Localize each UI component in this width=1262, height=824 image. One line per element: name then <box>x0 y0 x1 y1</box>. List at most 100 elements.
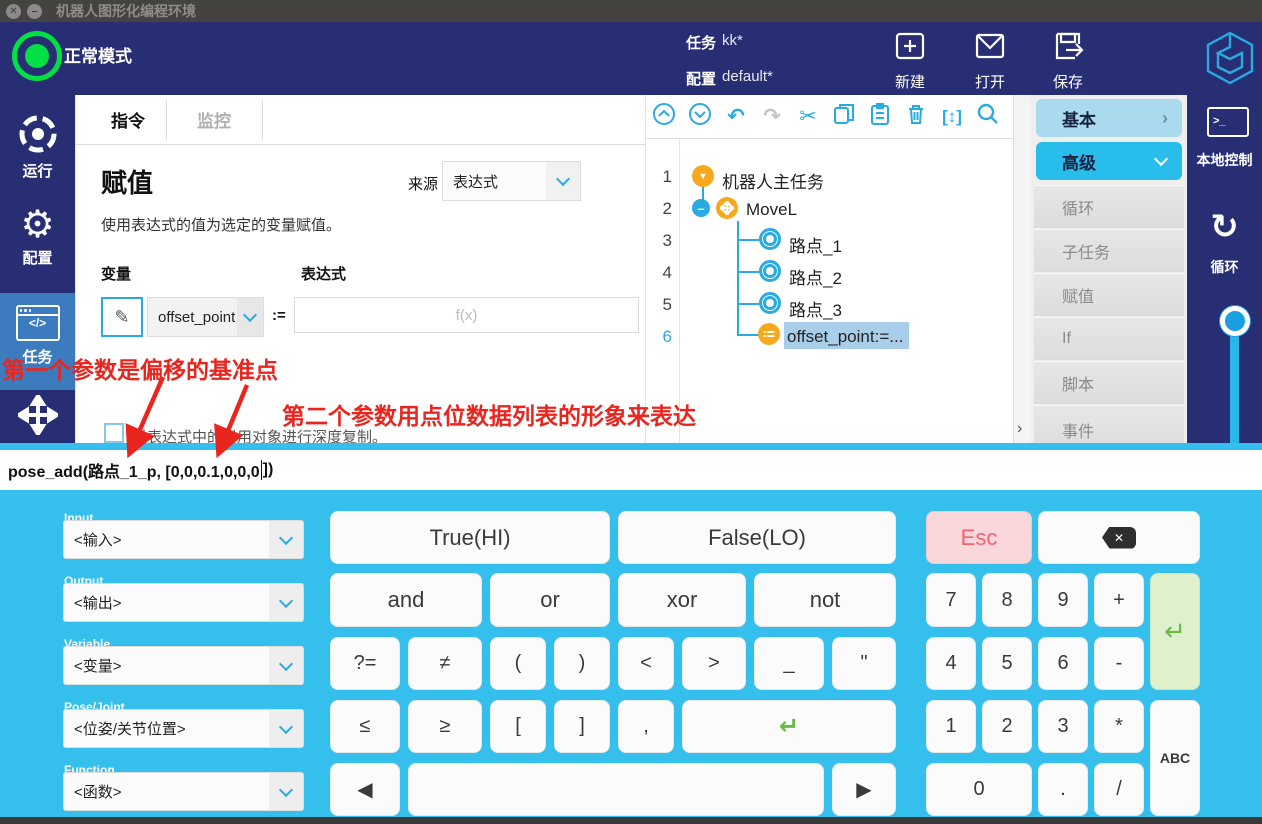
tree-node-label[interactable]: 路点_2 <box>789 264 842 289</box>
new-button[interactable]: 新建 <box>875 28 945 92</box>
minimize-icon[interactable]: – <box>27 4 42 19</box>
loop-label[interactable]: 循环 <box>1187 257 1262 277</box>
search-icon[interactable] <box>970 102 1006 132</box>
key-false[interactable]: False(LO) <box>618 511 896 564</box>
collapse-chevron-icon[interactable]: › <box>1017 420 1022 438</box>
library-item-subtask[interactable]: 子任务 <box>1034 229 1184 272</box>
move-up-icon[interactable] <box>646 102 682 132</box>
library-group-advanced[interactable]: 高级 <box>1036 142 1182 180</box>
key-assign-q[interactable]: ?= <box>330 637 400 690</box>
undo-icon[interactable]: ↶ <box>718 104 754 129</box>
key-8[interactable]: 8 <box>982 573 1032 627</box>
key-lt[interactable]: < <box>618 637 674 690</box>
open-button[interactable]: 打开 <box>955 28 1025 92</box>
sidebar-item-move[interactable] <box>0 391 75 451</box>
library-item-assign[interactable]: 赋值 <box>1034 273 1184 316</box>
key-3[interactable]: 3 <box>1038 700 1088 753</box>
replace-icon[interactable]: [↕] <box>934 107 970 127</box>
key-cursor-right[interactable]: ▶ <box>832 763 896 816</box>
key-le[interactable]: ≤ <box>330 700 400 753</box>
tab-monitor[interactable]: 监控 <box>166 95 262 144</box>
key-or[interactable]: or <box>490 573 610 627</box>
pose-joint-dropdown[interactable]: <位姿/关节位置> <box>63 709 304 748</box>
key-2[interactable]: 2 <box>982 700 1032 753</box>
key-xor[interactable]: xor <box>618 573 746 627</box>
move-down-icon[interactable] <box>682 102 718 132</box>
key-abc[interactable]: ABC <box>1150 700 1200 816</box>
key-6[interactable]: 6 <box>1038 637 1088 690</box>
save-button[interactable]: 保存 <box>1033 28 1103 92</box>
key-enter[interactable]: ↵ <box>682 700 896 753</box>
delete-icon[interactable] <box>898 102 934 132</box>
key-ge[interactable]: ≥ <box>408 700 482 753</box>
key-lparen[interactable]: ( <box>490 637 546 690</box>
tree-node-label-selected[interactable]: offset_point:=... <box>787 327 903 347</box>
tree-node-label[interactable]: 路点_1 <box>789 232 842 257</box>
deep-copy-checkbox[interactable] <box>104 423 124 443</box>
edit-variable-button[interactable]: ✎ <box>101 297 143 337</box>
key-0[interactable]: 0 <box>926 763 1032 816</box>
output-dropdown[interactable]: <输出> <box>63 583 304 622</box>
library-group-basic[interactable]: 基本 › <box>1036 99 1182 137</box>
local-control-label[interactable]: 本地控制 <box>1187 150 1262 170</box>
window-titlebar: ✕ – 机器人图形化编程环境 <box>0 0 1262 22</box>
waypoint-icon[interactable] <box>759 228 781 250</box>
key-space[interactable] <box>408 763 824 816</box>
key-dot[interactable]: . <box>1038 763 1088 816</box>
key-star[interactable]: * <box>1094 700 1144 753</box>
key-gt[interactable]: > <box>682 637 746 690</box>
expression-editor-field[interactable]: pose_add(路点_1_p, [0,0,0.1,0,0,0]) <box>0 450 1262 490</box>
tree-node-movel-icon[interactable] <box>716 197 738 219</box>
close-icon[interactable]: ✕ <box>6 4 21 19</box>
slider-track[interactable] <box>1230 328 1239 443</box>
key-cursor-left[interactable]: ◀ <box>330 763 400 816</box>
key-minus[interactable]: - <box>1094 637 1144 690</box>
sidebar-item-run[interactable]: 运行 <box>0 107 75 197</box>
tree-collapse-icon[interactable]: – <box>692 199 710 217</box>
key-enter-numpad[interactable]: ↵ <box>1150 573 1200 690</box>
loop-icon[interactable]: ↻ <box>1187 207 1262 247</box>
tab-instruction[interactable]: 指令 <box>90 95 166 144</box>
key-plus[interactable]: + <box>1094 573 1144 627</box>
slider-handle[interactable] <box>1220 306 1250 336</box>
key-9[interactable]: 9 <box>1038 573 1088 627</box>
waypoint-icon[interactable] <box>759 292 781 314</box>
key-1[interactable]: 1 <box>926 700 976 753</box>
key-lbracket[interactable]: [ <box>490 700 546 753</box>
key-underscore[interactable]: _ <box>754 637 824 690</box>
key-rparen[interactable]: ) <box>554 637 610 690</box>
key-not[interactable]: not <box>754 573 896 627</box>
variable-dropdown[interactable]: offset_point <box>147 297 264 337</box>
key-esc[interactable]: Esc <box>926 511 1032 564</box>
paste-icon[interactable] <box>862 102 898 132</box>
key-and[interactable]: and <box>330 573 482 627</box>
library-item-loop[interactable]: 循环 <box>1034 185 1184 228</box>
tree-node-label[interactable]: MoveL <box>746 200 797 220</box>
tree-node-root-icon[interactable]: ▼ <box>692 165 714 187</box>
key-quote[interactable]: " <box>832 637 896 690</box>
key-5[interactable]: 5 <box>982 637 1032 690</box>
key-slash[interactable]: / <box>1094 763 1144 816</box>
key-true[interactable]: True(HI) <box>330 511 610 564</box>
key-backspace[interactable]: ✕ <box>1038 511 1200 564</box>
key-7[interactable]: 7 <box>926 573 976 627</box>
cut-icon[interactable]: ✂ <box>790 104 826 129</box>
copy-icon[interactable] <box>826 102 862 132</box>
library-item-script[interactable]: 脚本 <box>1034 361 1184 404</box>
assignment-icon[interactable] <box>758 323 780 345</box>
function-dropdown[interactable]: <函数> <box>63 772 304 811</box>
tree-node-label[interactable]: 路点_3 <box>789 296 842 321</box>
expression-input[interactable] <box>294 297 639 333</box>
terminal-icon[interactable]: >_ <box>1207 107 1249 137</box>
waypoint-icon[interactable] <box>759 260 781 282</box>
library-item-if[interactable]: If <box>1034 317 1184 360</box>
key-rbracket[interactable]: ] <box>554 700 610 753</box>
key-4[interactable]: 4 <box>926 637 976 690</box>
tree-node-label[interactable]: 机器人主任务 <box>722 168 824 193</box>
source-dropdown[interactable]: 表达式 <box>442 161 581 201</box>
input-dropdown[interactable]: <输入> <box>63 520 304 559</box>
sidebar-item-config[interactable]: ⚙ 配置 <box>0 203 75 293</box>
key-neq[interactable]: ≠ <box>408 637 482 690</box>
variable-select-dropdown[interactable]: <变量> <box>63 646 304 685</box>
key-comma[interactable]: , <box>618 700 674 753</box>
